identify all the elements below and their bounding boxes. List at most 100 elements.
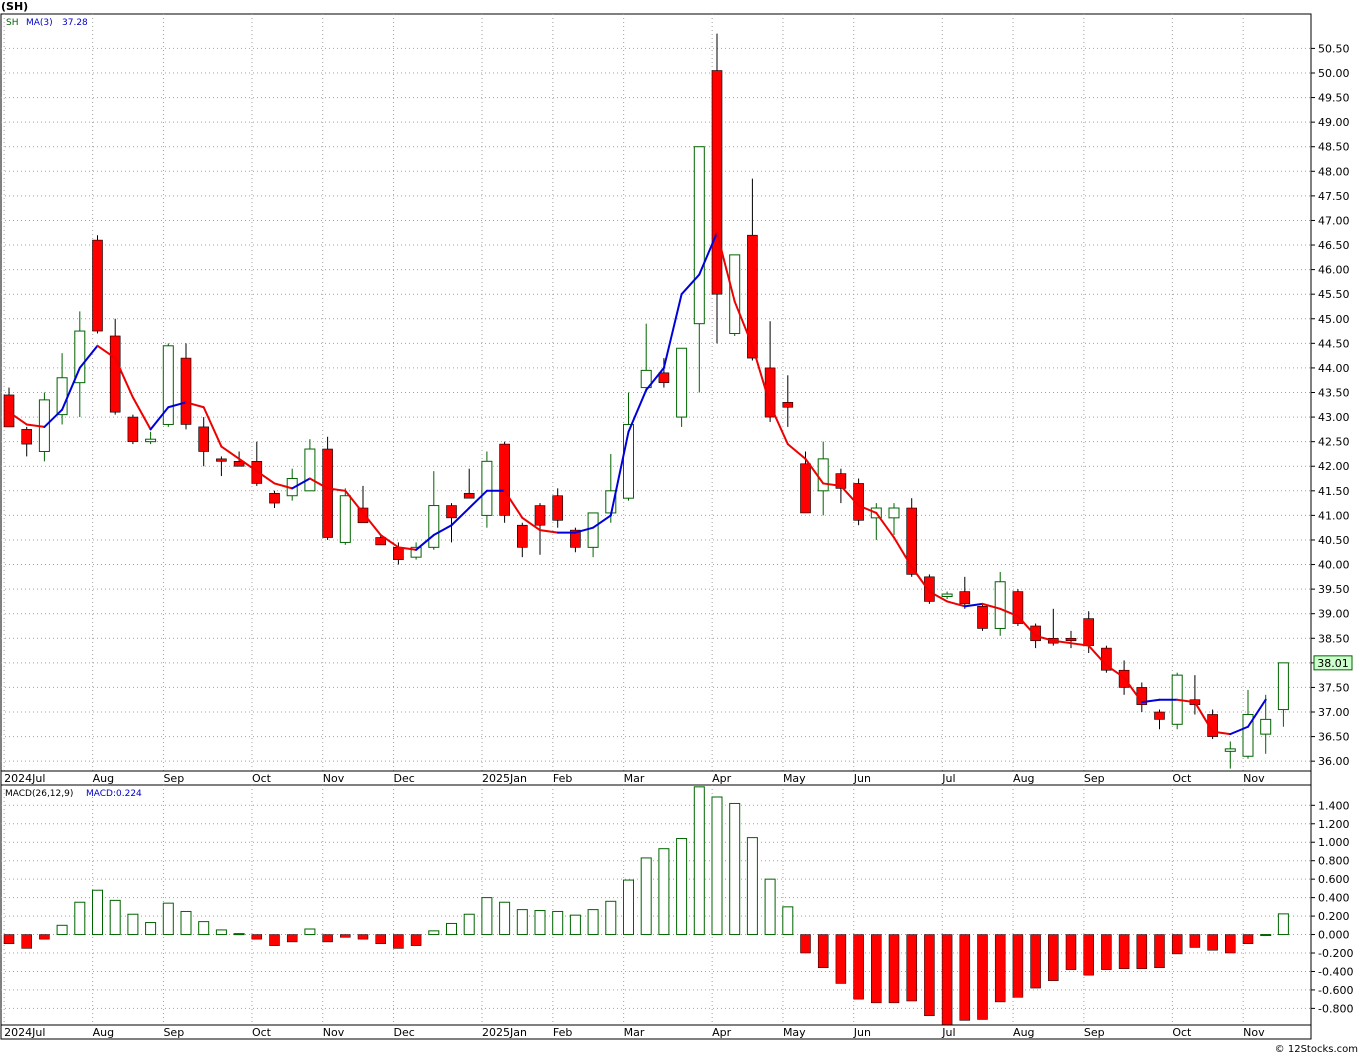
macd-bar [162, 902, 174, 936]
macd-bar [1260, 934, 1272, 937]
candle-body [1260, 718, 1272, 735]
macd-bar [446, 922, 457, 936]
candle-body [92, 239, 103, 332]
macd-y-tick-label: 0.600 [1318, 873, 1350, 886]
candle-body [499, 443, 510, 516]
price-y-tick-label: 41.00 [1318, 509, 1350, 522]
candle-body [941, 593, 953, 597]
stock-chart: 36.0036.5037.0037.5038.0038.5039.0039.50… [0, 0, 1360, 1056]
legend-ma-label: MA(3) [26, 18, 53, 28]
candle-body [587, 512, 599, 548]
macd-bar [233, 933, 245, 936]
macd-bar [109, 899, 121, 936]
macd-bar [1065, 934, 1077, 970]
price-y-tick-label: 50.50 [1318, 42, 1350, 55]
macd-bar [21, 934, 32, 949]
macd-bar [1030, 934, 1041, 989]
candle-body [357, 507, 369, 524]
macd-bar [340, 934, 351, 938]
candle-body [339, 495, 351, 543]
macd-bar [1118, 934, 1130, 969]
price-y-tick-label: 44.00 [1318, 362, 1350, 375]
macd-bar [74, 901, 86, 936]
macd-bar [286, 934, 298, 943]
candle-body [959, 591, 971, 605]
last-price-tag: 38.01 [1313, 655, 1353, 671]
candle-body [817, 458, 829, 492]
candle-body [1083, 618, 1094, 646]
price-y-tick-label: 46.00 [1318, 264, 1350, 277]
macd-bar [658, 848, 670, 936]
macd-bar [3, 934, 15, 945]
macd-bar [1207, 934, 1218, 951]
macd-x-tick-label: Oct [1172, 1026, 1192, 1039]
price-x-tick-label: 2025Jan [482, 772, 527, 785]
price-y-tick-label: 39.50 [1318, 583, 1350, 596]
macd-bar [304, 928, 316, 936]
macd-bar [729, 802, 741, 936]
macd-x-tick-label: Apr [712, 1026, 732, 1039]
macd-bar [746, 837, 758, 936]
price-x-axis-band [0, 770, 1312, 786]
macd-x-tick-label: Dec [394, 1026, 415, 1039]
macd-bar [623, 879, 634, 936]
macd-bar [782, 906, 794, 936]
candle-body [481, 460, 493, 516]
macd-bar [269, 934, 280, 946]
candle-body [304, 448, 316, 492]
macd-bar [428, 930, 440, 936]
price-y-tick-label: 50.00 [1318, 67, 1350, 80]
price-x-tick-label: Sep [1084, 772, 1105, 785]
macd-bar [393, 934, 404, 949]
macd-bar [1154, 934, 1165, 969]
macd-bar [56, 924, 68, 936]
candle-body [924, 576, 935, 602]
macd-x-tick-label: Aug [1013, 1026, 1034, 1039]
macd-bar [499, 901, 511, 936]
macd-y-tick-label: 0.000 [1318, 929, 1350, 942]
macd-bar [587, 909, 599, 936]
price-x-tick-label: Nov [1243, 772, 1265, 785]
macd-bar [693, 786, 705, 936]
price-x-tick-label: May [783, 772, 806, 785]
price-y-tick-label: 45.00 [1318, 313, 1350, 326]
macd-bar [39, 934, 50, 940]
candle-body [127, 416, 139, 442]
price-y-tick-label: 48.00 [1318, 165, 1350, 178]
macd-bar [1083, 934, 1094, 976]
candle-body [216, 458, 227, 462]
macd-bar [145, 922, 157, 936]
macd-x-axis-band [0, 1024, 1312, 1040]
macd-bar [871, 934, 882, 1004]
macd-bar [640, 857, 652, 936]
macd-x-tick-label: Sep [1084, 1026, 1105, 1039]
price-y-tick-label: 49.50 [1318, 92, 1350, 105]
macd-bar [322, 934, 333, 943]
candle-body [693, 146, 705, 325]
candle-body [428, 505, 440, 548]
macd-bar [994, 934, 1006, 1003]
candle-body [180, 357, 192, 425]
macd-y-tick-label: -0.800 [1318, 1002, 1353, 1015]
macd-y-axis: -0.800 -0.600 -0.400 -0.200 0.000 0.200 0.400 0… [1311, 799, 1353, 1015]
price-x-tick-label: Aug [93, 772, 114, 785]
candle-body [446, 505, 457, 519]
price-x-tick-label: Dec [394, 772, 415, 785]
macd-bar [711, 796, 723, 936]
macd-bar [1277, 913, 1289, 936]
macd-bar [1189, 934, 1201, 948]
macd-bar [215, 929, 227, 936]
price-y-tick-label: 41.50 [1318, 485, 1350, 498]
price-y-tick-label: 46.50 [1318, 239, 1350, 252]
price-x-tick-label: Jun [853, 772, 871, 785]
macd-y-tick-label: 1.000 [1318, 836, 1350, 849]
macd-value-label: MACD:0.224 [86, 789, 142, 799]
legend-symbol: SH [6, 18, 18, 28]
chart-title: (SH) [1, 0, 28, 13]
macd-y-tick-label: 0.800 [1318, 855, 1350, 868]
macd-bar [1225, 934, 1236, 954]
price-y-tick-label: 43.00 [1318, 411, 1350, 424]
macd-bar [516, 909, 528, 936]
macd-bar [605, 900, 617, 936]
legend-ma-value: 37.28 [62, 18, 88, 28]
